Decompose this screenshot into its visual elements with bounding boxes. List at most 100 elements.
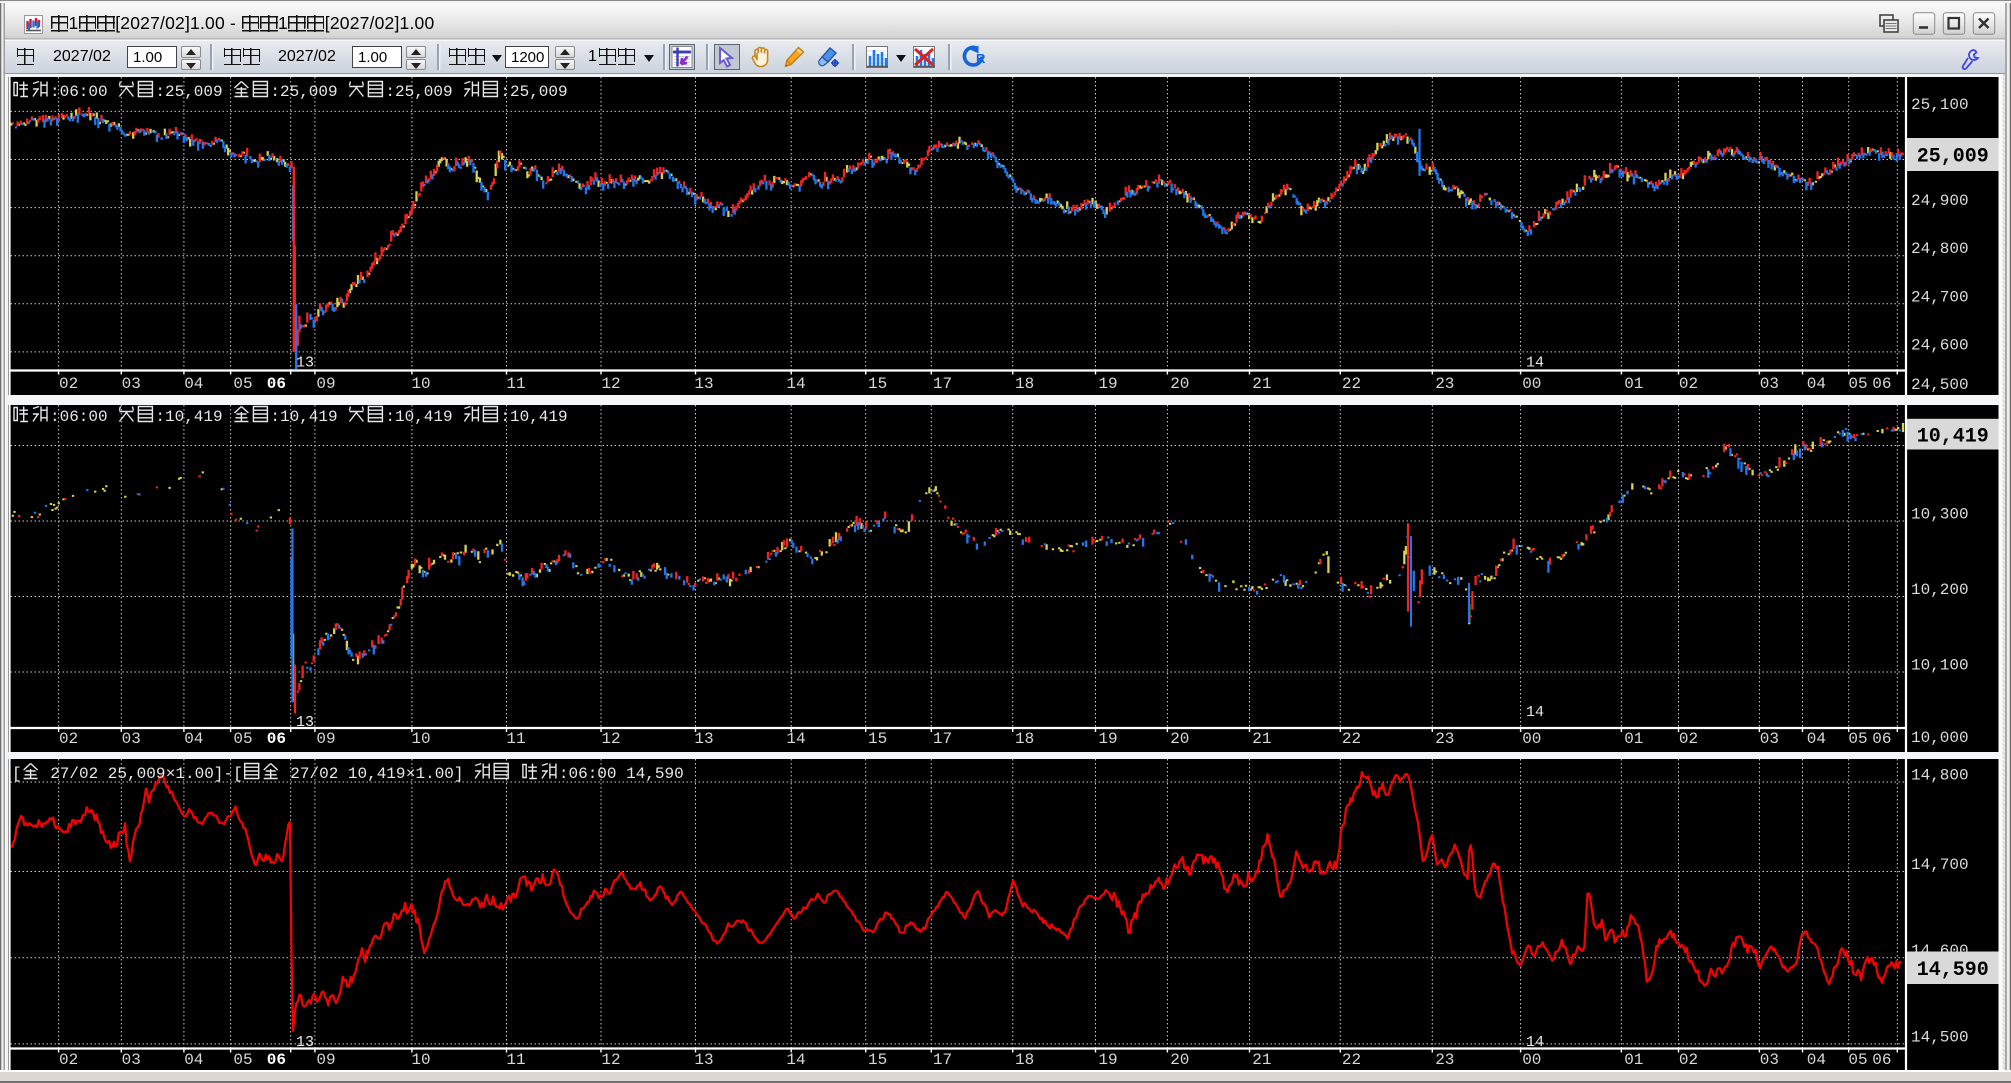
svg-text:22: 22 [1342, 1051, 1361, 1069]
svg-text:14: 14 [786, 375, 805, 393]
svg-text::25,009: :25,009 [155, 83, 232, 101]
svg-text:14: 14 [1526, 355, 1544, 372]
svg-text:14: 14 [1526, 1034, 1544, 1051]
svg-text:09: 09 [316, 1051, 335, 1069]
svg-text:18: 18 [1015, 730, 1034, 748]
svg-text:03: 03 [1760, 1051, 1779, 1069]
svg-text:15: 15 [868, 730, 887, 748]
svg-text:04: 04 [1807, 375, 1826, 393]
svg-text:00: 00 [1522, 1051, 1541, 1069]
svg-text:12: 12 [601, 1051, 620, 1069]
svg-text:04: 04 [1807, 730, 1826, 748]
svg-text:12: 12 [601, 375, 620, 393]
svg-text::25,009: :25,009 [500, 83, 567, 101]
svg-text:13: 13 [694, 375, 713, 393]
svg-text:×: × [406, 765, 416, 783]
svg-text:20: 20 [1170, 730, 1189, 748]
svg-text::10,419: :10,419 [385, 408, 462, 426]
svg-text:03: 03 [122, 730, 141, 748]
svg-text::06:00: :06:00 [50, 408, 117, 426]
svg-text:05: 05 [233, 1051, 252, 1069]
svg-text:25,100: 25,100 [1911, 96, 1969, 114]
svg-text:02: 02 [1679, 375, 1698, 393]
svg-text:21: 21 [1252, 375, 1271, 393]
svg-text:04: 04 [184, 375, 203, 393]
svg-text:[: [ [233, 765, 243, 783]
svg-text:18: 18 [1015, 1051, 1034, 1069]
svg-text:20: 20 [1170, 375, 1189, 393]
svg-text:04: 04 [184, 1051, 203, 1069]
svg-text:06: 06 [267, 730, 286, 748]
svg-text:14: 14 [786, 1051, 805, 1069]
svg-text:14,700: 14,700 [1911, 856, 1969, 874]
svg-text:17: 17 [933, 375, 952, 393]
svg-text:03: 03 [122, 375, 141, 393]
svg-text::25,009: :25,009 [385, 83, 462, 101]
svg-text:13: 13 [694, 1051, 713, 1069]
svg-text:09: 09 [316, 730, 335, 748]
svg-text:15: 15 [868, 1051, 887, 1069]
svg-text:21: 21 [1252, 730, 1271, 748]
svg-text:04: 04 [1807, 1051, 1826, 1069]
svg-text:10: 10 [411, 375, 430, 393]
svg-text::10,419: :10,419 [270, 408, 347, 426]
svg-text:01: 01 [1624, 730, 1643, 748]
svg-text:13: 13 [296, 355, 314, 372]
svg-text:23: 23 [1435, 730, 1454, 748]
svg-text:11: 11 [506, 730, 525, 748]
svg-text:13: 13 [694, 730, 713, 748]
svg-text:00: 00 [1522, 375, 1541, 393]
svg-text:09: 09 [316, 375, 335, 393]
svg-text:23: 23 [1435, 375, 1454, 393]
svg-text:19: 19 [1098, 1051, 1117, 1069]
svg-text:05: 05 [1848, 1051, 1867, 1069]
svg-text:06: 06 [1872, 730, 1891, 748]
svg-text:20: 20 [1170, 1051, 1189, 1069]
svg-text:10,000: 10,000 [1911, 729, 1969, 747]
svg-text:14: 14 [1526, 704, 1544, 721]
svg-text:06: 06 [267, 375, 286, 393]
svg-text:[: [ [12, 765, 22, 783]
svg-text:14: 14 [786, 730, 805, 748]
svg-text:×: × [166, 765, 176, 783]
svg-text:14,800: 14,800 [1911, 767, 1969, 785]
svg-text:02: 02 [59, 375, 78, 393]
svg-text:05: 05 [233, 375, 252, 393]
svg-text:10,200: 10,200 [1911, 581, 1969, 599]
svg-text:18: 18 [1015, 375, 1034, 393]
svg-text:14,500: 14,500 [1911, 1028, 1969, 1046]
svg-text:19: 19 [1098, 375, 1117, 393]
svg-text:11: 11 [506, 375, 525, 393]
svg-text:13: 13 [296, 1034, 314, 1051]
svg-text:12: 12 [601, 730, 620, 748]
svg-text:10,100: 10,100 [1911, 657, 1969, 675]
svg-text:00: 00 [1522, 730, 1541, 748]
svg-text:02: 02 [59, 1051, 78, 1069]
svg-text:02: 02 [1679, 1051, 1698, 1069]
svg-text:25,009: 25,009 [1917, 146, 1989, 169]
svg-text:11: 11 [506, 1051, 525, 1069]
svg-text:13: 13 [296, 714, 314, 731]
svg-text:24,500: 24,500 [1911, 376, 1969, 394]
svg-text:01: 01 [1624, 375, 1643, 393]
svg-text::06:00 14,590: :06:00 14,590 [559, 765, 684, 783]
svg-text:1.00]: 1.00] [416, 765, 474, 783]
svg-text:22: 22 [1342, 375, 1361, 393]
svg-text::06:00: :06:00 [50, 83, 117, 101]
svg-text::25,009: :25,009 [270, 83, 347, 101]
svg-text:06: 06 [1872, 375, 1891, 393]
svg-text:21: 21 [1252, 1051, 1271, 1069]
svg-text:10,419: 10,419 [1917, 425, 1989, 448]
svg-text:17: 17 [933, 1051, 952, 1069]
svg-text:10: 10 [411, 1051, 430, 1069]
svg-text:10,300: 10,300 [1911, 506, 1969, 524]
svg-text:03: 03 [1760, 375, 1779, 393]
svg-text:03: 03 [1760, 730, 1779, 748]
svg-text:01: 01 [1624, 1051, 1643, 1069]
svg-text:23: 23 [1435, 1051, 1454, 1069]
svg-text::10,419: :10,419 [155, 408, 232, 426]
svg-text:17: 17 [933, 730, 952, 748]
svg-text:06: 06 [267, 1051, 286, 1069]
svg-text:22: 22 [1342, 730, 1361, 748]
svg-text:19: 19 [1098, 730, 1117, 748]
